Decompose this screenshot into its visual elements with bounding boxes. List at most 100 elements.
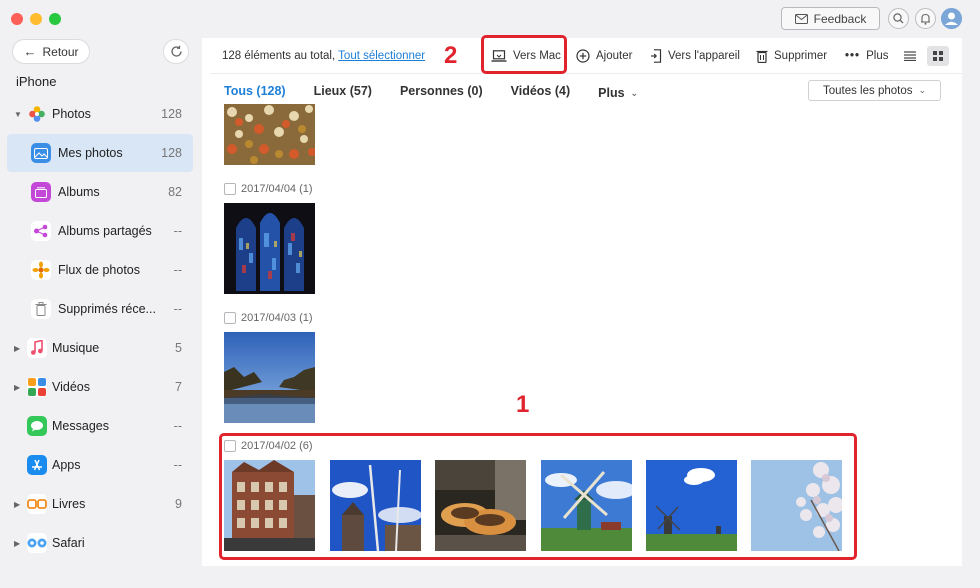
delete-button[interactable]: Supprimer: [756, 47, 827, 65]
my-photos-icon: [31, 143, 51, 163]
photo-thumbnail[interactable]: [224, 104, 315, 165]
sidebar-item-count: 9: [175, 497, 182, 511]
sidebar-item-label: Mes photos: [58, 146, 123, 160]
tab-more[interactable]: Plus ⌄: [598, 84, 638, 102]
books-icon: [27, 494, 47, 514]
sidebar-item-my-photos[interactable]: Mes photos 128: [7, 134, 193, 172]
annotation-box-to-mac: [481, 35, 567, 74]
search-button[interactable]: [888, 8, 909, 29]
back-button[interactable]: ← Retour: [12, 39, 90, 64]
sidebar-item-label: Vidéos: [52, 380, 90, 394]
group-date: 2017/04/04 (1): [241, 183, 313, 195]
more-label: Plus: [866, 50, 889, 62]
sidebar-item-photos[interactable]: ▼ Photos 128: [7, 95, 193, 133]
sidebar-item-count: 128: [161, 107, 182, 121]
select-all-link[interactable]: Tout sélectionner: [338, 50, 425, 62]
expand-arrow-icon[interactable]: ▶: [14, 383, 24, 392]
tab-places[interactable]: Lieux (57): [314, 84, 372, 102]
tab-all[interactable]: Tous (128): [224, 84, 286, 102]
sidebar-item-label: Messages: [52, 419, 109, 433]
to-device-label: Vers l'appareil: [668, 50, 740, 62]
videos-icon: [27, 377, 47, 397]
feedback-button[interactable]: Feedback: [781, 7, 880, 30]
group-date: 2017/04/03 (1): [241, 312, 313, 324]
refresh-icon: [170, 45, 182, 57]
sidebar-item-apps[interactable]: Apps --: [7, 446, 193, 484]
add-label: Ajouter: [596, 50, 633, 62]
to-device-button[interactable]: Vers l'appareil: [650, 47, 740, 65]
photos-icon: [27, 104, 47, 124]
annotation-step-1: 1: [516, 391, 530, 418]
tab-people[interactable]: Personnes (0): [400, 84, 483, 102]
photo-thumbnail[interactable]: [224, 203, 315, 294]
notification-button[interactable]: [915, 8, 936, 29]
app-store-icon: [27, 455, 47, 475]
back-label: Retour: [42, 44, 79, 59]
sidebar-item-shared-albums[interactable]: Albums partagés --: [7, 212, 193, 250]
filter-label: Toutes les photos: [822, 84, 913, 97]
sidebar-item-label: Safari: [52, 536, 85, 550]
sidebar-item-videos[interactable]: ▶ Vidéos 7: [7, 368, 193, 406]
expand-arrow-icon[interactable]: ▶: [14, 344, 24, 353]
sidebar-item-label: Apps: [52, 458, 81, 472]
title-bar: Feedback: [0, 0, 980, 38]
list-view-button[interactable]: [899, 46, 921, 66]
sidebar-item-books[interactable]: ▶ Livres 9: [7, 485, 193, 523]
sidebar-item-label: Livres: [52, 497, 86, 511]
sidebar-item-albums[interactable]: Albums 82: [7, 173, 193, 211]
sidebar-item-label: Supprimés réce...: [58, 302, 156, 316]
chevron-down-icon: ⌄: [630, 87, 639, 98]
group-checkbox[interactable]: [224, 183, 236, 195]
item-count-summary: 128 éléments au total, Tout sélectionner: [222, 50, 425, 62]
trash-icon: [31, 299, 51, 319]
albums-icon: [31, 182, 51, 202]
sidebar-item-count: 128: [161, 146, 182, 160]
scrollbar-track[interactable]: [962, 38, 980, 588]
sidebar-item-recently-deleted[interactable]: Supprimés réce... --: [7, 290, 193, 328]
sidebar-item-messages[interactable]: Messages --: [7, 407, 193, 445]
expand-arrow-icon[interactable]: ▼: [14, 110, 24, 119]
tab-videos[interactable]: Vidéos (4): [511, 84, 571, 102]
date-group-header: 2017/04/04 (1): [224, 183, 313, 195]
annotation-box-photo-group: [219, 433, 857, 560]
annotation-step-2: 2: [444, 42, 458, 69]
phone-import-icon: [651, 49, 662, 63]
sidebar-item-count: 5: [175, 341, 182, 355]
group-checkbox[interactable]: [224, 312, 236, 324]
add-button[interactable]: Ajouter: [576, 47, 632, 65]
refresh-button[interactable]: [163, 39, 189, 64]
sidebar-item-label: Albums: [58, 185, 100, 199]
ellipsis-icon: •••: [845, 50, 861, 62]
search-icon: [893, 13, 904, 24]
sidebar-item-safari[interactable]: ▶ Safari: [7, 524, 193, 562]
sidebar-item-label: Musique: [52, 341, 100, 355]
photo-filter-dropdown[interactable]: Toutes les photos ⌄: [808, 80, 941, 101]
sidebar-item-count: 82: [168, 185, 182, 199]
device-name: iPhone: [16, 74, 57, 89]
close-window-button[interactable]: [11, 13, 23, 25]
photo-stream-icon: [31, 260, 51, 280]
messages-icon: [27, 416, 47, 436]
sidebar-item-count: --: [173, 263, 182, 277]
photo-thumbnail[interactable]: [224, 332, 315, 423]
date-group-header: 2017/04/03 (1): [224, 312, 313, 324]
sidebar-item-music[interactable]: ▶ Musique 5: [7, 329, 193, 367]
expand-arrow-icon[interactable]: ▶: [14, 500, 24, 509]
grid-view-button[interactable]: [927, 46, 949, 66]
sidebar: ← Retour iPhone ▼ Photos 128 Mes photos …: [0, 38, 202, 588]
feedback-label: Feedback: [813, 11, 867, 26]
chevron-down-icon: ⌄: [918, 85, 927, 95]
minimize-window-button[interactable]: [30, 13, 42, 25]
expand-arrow-icon[interactable]: ▶: [14, 539, 24, 548]
music-icon: [27, 338, 47, 358]
sidebar-item-count: --: [173, 419, 182, 433]
sidebar-item-photo-stream[interactable]: Flux de photos --: [7, 251, 193, 289]
more-button[interactable]: ••• Plus: [845, 47, 888, 65]
account-avatar[interactable]: [941, 8, 962, 29]
safari-icon: [27, 533, 47, 553]
sidebar-item-count: --: [173, 224, 182, 238]
toolbar: 128 éléments au total, Tout sélectionner …: [210, 38, 962, 74]
grid-view-icon: [933, 51, 943, 61]
zoom-window-button[interactable]: [49, 13, 61, 25]
bottom-strip: [202, 566, 980, 588]
